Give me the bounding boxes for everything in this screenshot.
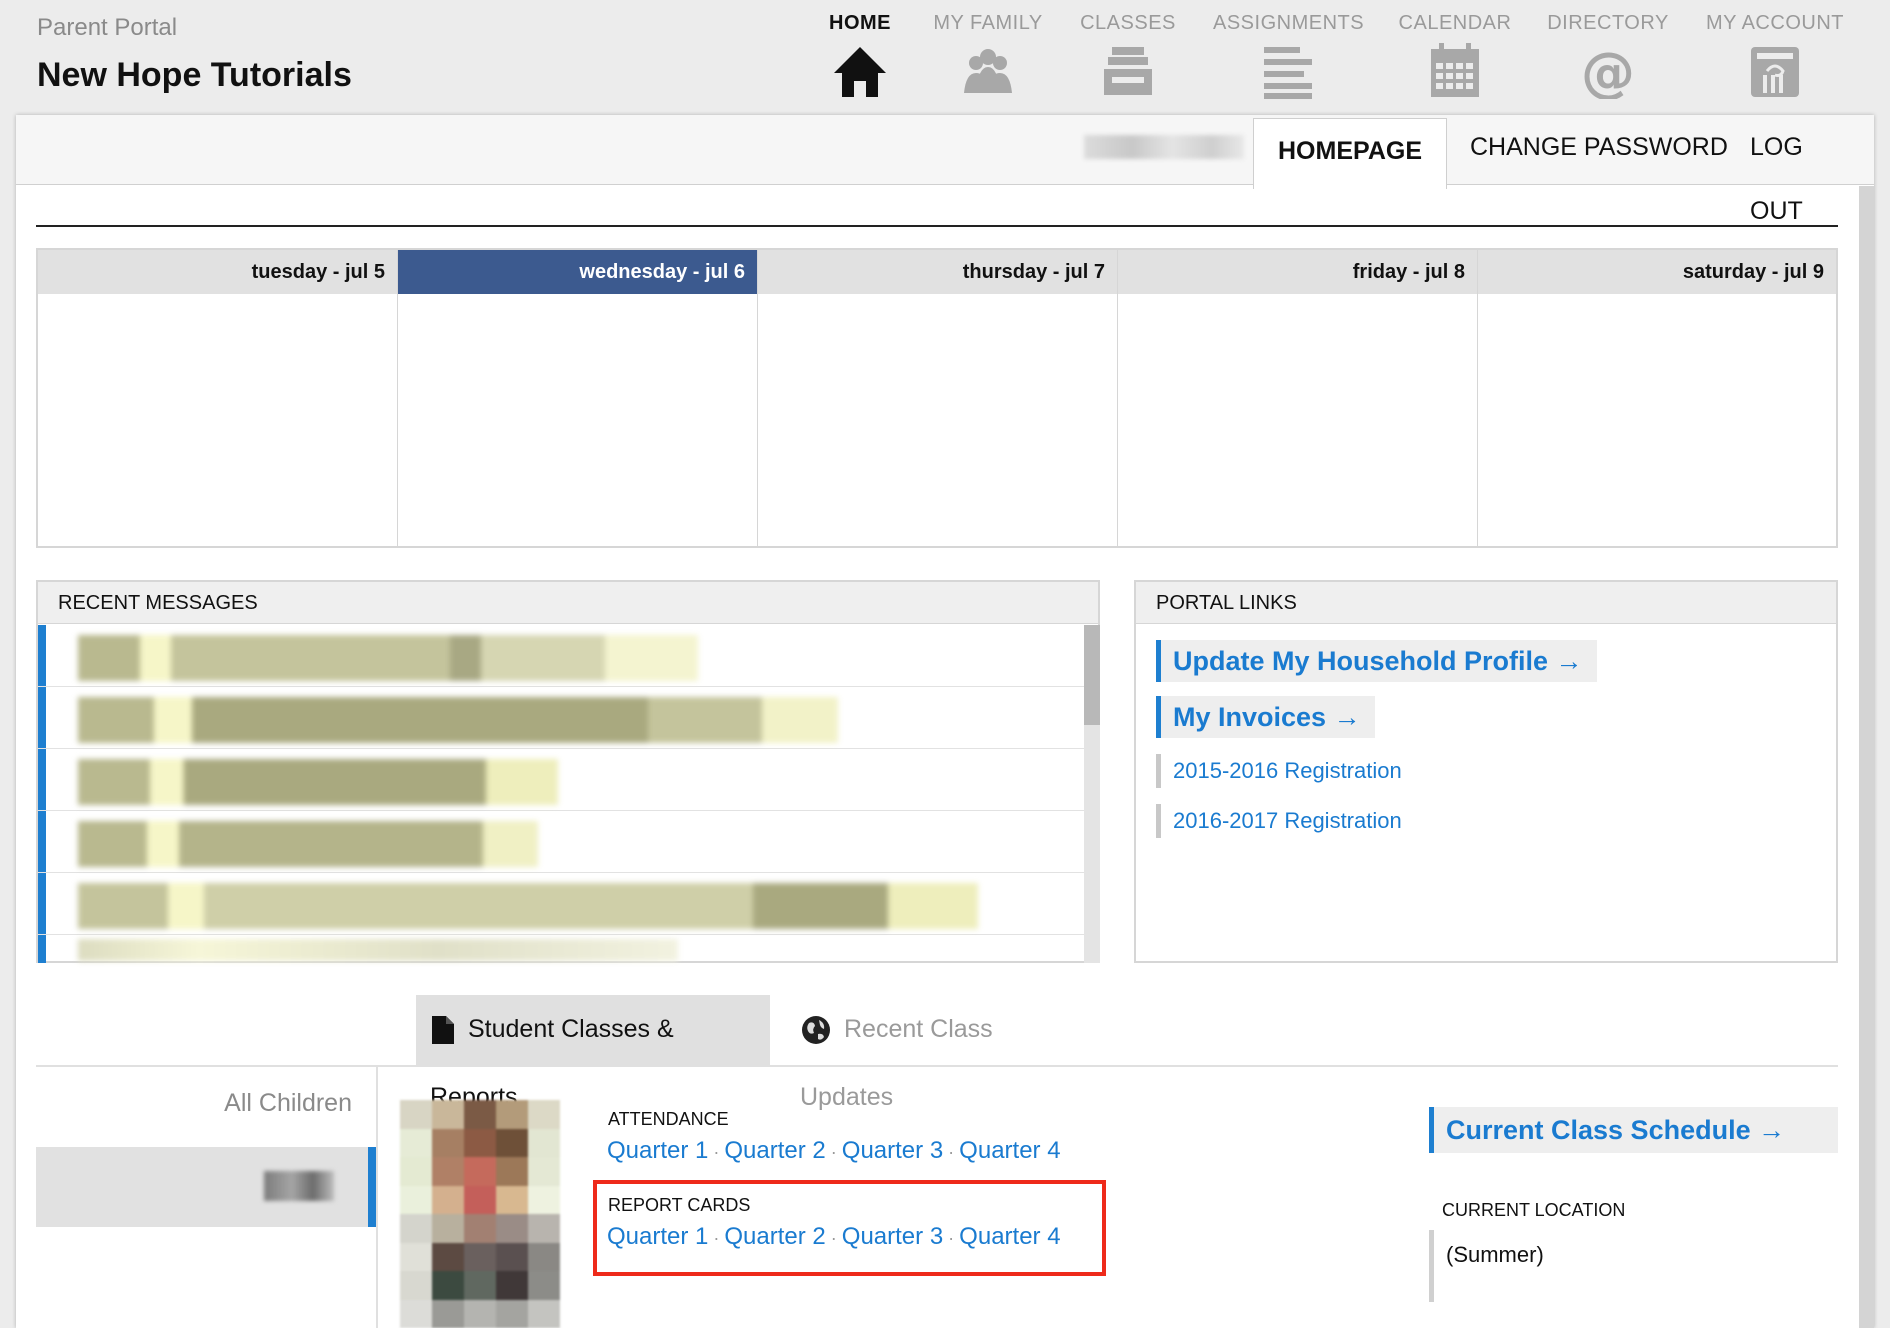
page-scrollbar[interactable] <box>1859 186 1874 1328</box>
nav-calendar-label: CALENDAR <box>1398 12 1512 34</box>
account-column-icon <box>1751 47 1799 97</box>
separator: · <box>713 1142 720 1162</box>
message-text-redacted <box>78 883 978 929</box>
link-registration-2015-2016[interactable]: 2015-2016 Registration <box>1156 754 1402 788</box>
tab-change-password[interactable]: CHANGE PASSWORD <box>1446 115 1752 185</box>
attendance-quarter-2-link[interactable]: Quarter 2 <box>724 1137 825 1164</box>
calendar-icon <box>1431 43 1479 97</box>
student-photo-redacted <box>400 1100 560 1328</box>
message-item[interactable] <box>38 749 1088 811</box>
message-text-redacted <box>78 759 558 805</box>
calendar-day[interactable]: friday - jul 8 <box>1118 250 1478 546</box>
nav-classes-label: CLASSES <box>1080 12 1176 34</box>
message-item[interactable] <box>38 811 1088 873</box>
unread-indicator <box>38 935 46 963</box>
main-panel: HOMEPAGE CHANGE PASSWORD LOG OUT tuesday… <box>16 115 1874 1328</box>
family-icon <box>964 49 1012 93</box>
divider <box>36 225 1838 227</box>
portal-links-box: PORTAL LINKS Update My Household Profile… <box>1134 580 1838 963</box>
unread-indicator <box>38 811 46 872</box>
separator: · <box>948 1142 955 1162</box>
document-icon <box>432 1016 454 1045</box>
message-item[interactable] <box>38 873 1088 935</box>
tab-homepage[interactable]: HOMEPAGE <box>1253 118 1447 189</box>
unread-indicator <box>38 873 46 934</box>
nav-assignments[interactable]: ASSIGNMENTS <box>1213 12 1365 99</box>
calendar-day-header: saturday - jul 9 <box>1478 250 1836 294</box>
message-item[interactable] <box>38 625 1088 687</box>
message-text-redacted <box>78 635 698 681</box>
top-header: Parent Portal New Hope Tutorials HOME MY… <box>0 0 1890 116</box>
unread-indicator <box>38 749 46 810</box>
current-location-value: (Summer) <box>1429 1230 1544 1302</box>
assignments-lines-icon <box>1264 47 1312 99</box>
children-list: All Children <box>36 1067 378 1328</box>
recent-messages-box: RECENT MESSAGES <box>36 580 1100 963</box>
attendance-links: Quarter 1 · Quarter 2 · Quarter 3 · Quarter 4 <box>607 1137 1061 1165</box>
portal-links-title: PORTAL LINKS <box>1136 582 1836 624</box>
current-location-label: CURRENT LOCATION <box>1442 1200 1626 1220</box>
nav-calendar[interactable]: CALENDAR <box>1380 12 1530 99</box>
calendar-day[interactable]: thursday - jul 7 <box>758 250 1118 546</box>
message-text-redacted <box>78 939 678 961</box>
svg-text:@: @ <box>1581 43 1635 99</box>
calendar-day-header: friday - jul 8 <box>1118 250 1477 294</box>
unread-indicator <box>38 687 46 748</box>
child-item-selected[interactable] <box>36 1147 376 1227</box>
link-registration-2016-2017[interactable]: 2016-2017 Registration <box>1156 804 1402 838</box>
nav-my-account[interactable]: MY ACCOUNT <box>1700 12 1850 99</box>
current-class-schedule-link[interactable]: Current Class Schedule → <box>1429 1107 1838 1153</box>
sub-navigation: HOMEPAGE CHANGE PASSWORD LOG OUT <box>16 115 1874 225</box>
globe-icon <box>802 1016 830 1045</box>
link-my-invoices[interactable]: My Invoices → <box>1156 696 1375 738</box>
message-text-redacted <box>78 697 838 743</box>
tab-recent-class-updates[interactable]: Recent Class Updates <box>786 995 1086 1111</box>
nav-my-family-label: MY FAMILY <box>933 12 1043 34</box>
attendance-label: ATTENDANCE <box>608 1109 729 1129</box>
report-cards-highlight-box <box>593 1180 1106 1276</box>
separator: · <box>830 1142 837 1162</box>
nav-directory[interactable]: DIRECTORY @ <box>1533 12 1683 99</box>
calendar-day-header: thursday - jul 7 <box>758 250 1117 294</box>
all-children-filter[interactable]: All Children <box>224 1089 352 1118</box>
child-name-redacted <box>264 1171 334 1201</box>
calendar-day-header: wednesday - jul 6 <box>398 250 757 294</box>
nav-my-family[interactable]: MY FAMILY <box>913 12 1063 99</box>
unread-indicator <box>38 625 46 686</box>
calendar-day[interactable]: saturday - jul 9 <box>1478 250 1836 546</box>
tab-log-out[interactable]: LOG OUT <box>1726 115 1874 225</box>
nav-classes[interactable]: CLASSES <box>1053 12 1203 99</box>
week-calendar: tuesday - jul 5 wednesday - jul 6 thursd… <box>36 248 1838 548</box>
home-icon <box>834 47 886 97</box>
message-item[interactable] <box>38 935 1088 963</box>
calendar-day-today[interactable]: wednesday - jul 6 <box>398 250 758 546</box>
school-name: New Hope Tutorials <box>37 56 352 94</box>
nav-directory-label: DIRECTORY <box>1547 12 1669 34</box>
calendar-day[interactable]: tuesday - jul 5 <box>38 250 398 546</box>
message-item[interactable] <box>38 687 1088 749</box>
messages-scrollbar-thumb[interactable] <box>1084 625 1100 725</box>
link-update-household-profile[interactable]: Update My Household Profile → <box>1156 640 1597 682</box>
at-sign-icon: @ <box>1581 43 1635 99</box>
message-text-redacted <box>78 821 538 867</box>
portal-label: Parent Portal <box>37 14 178 41</box>
nav-assignments-label: ASSIGNMENTS <box>1213 12 1365 34</box>
classes-tray-icon <box>1104 47 1152 95</box>
nav-my-account-label: MY ACCOUNT <box>1706 12 1844 34</box>
user-name-redacted <box>1084 135 1244 159</box>
tab-student-classes-reports[interactable]: Student Classes & Reports <box>416 995 770 1111</box>
recent-messages-title: RECENT MESSAGES <box>38 582 1098 624</box>
tab-student-classes-reports-label: Student Classes & Reports <box>430 1015 674 1111</box>
attendance-quarter-4-link[interactable]: Quarter 4 <box>959 1137 1060 1164</box>
calendar-day-header: tuesday - jul 5 <box>38 250 397 294</box>
attendance-quarter-1-link[interactable]: Quarter 1 <box>607 1137 708 1164</box>
attendance-quarter-3-link[interactable]: Quarter 3 <box>842 1137 943 1164</box>
